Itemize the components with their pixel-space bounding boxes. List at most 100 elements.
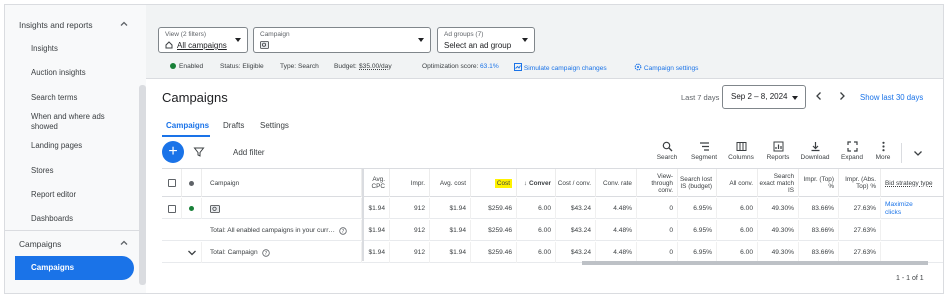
view-selector[interactable]: View (2 filters) All campaigns bbox=[158, 27, 248, 53]
header-impr-top[interactable]: Impr. (Top) % bbox=[799, 169, 839, 197]
show-last-30-days-link[interactable]: Show last 30 days bbox=[860, 93, 923, 102]
sort-arrow-icon: ↓ bbox=[523, 179, 527, 187]
header-all-conv[interactable]: All conv. bbox=[717, 169, 758, 197]
chevron-down-icon[interactable] bbox=[187, 249, 197, 257]
add-campaign-button[interactable]: + bbox=[162, 141, 184, 163]
header-cost[interactable]: Cost bbox=[471, 169, 517, 197]
row-status-cell[interactable] bbox=[182, 198, 202, 219]
header-impr[interactable]: Impr. bbox=[390, 169, 430, 197]
more-tool-label: More bbox=[875, 154, 891, 161]
search-tool-label: Search bbox=[656, 154, 678, 161]
header-view-through[interactable]: View-through conv. bbox=[637, 169, 678, 197]
chevron-right-icon[interactable] bbox=[837, 91, 847, 101]
cell-conv-rate: 4.48% bbox=[596, 220, 637, 241]
add-filter-input[interactable]: Add filter bbox=[233, 148, 265, 157]
cell-conv-rate: 4.48% bbox=[596, 198, 637, 219]
cell-avg-cpc: $1.94 bbox=[364, 242, 390, 263]
cell-bid-strategy bbox=[881, 242, 943, 263]
header-search-exact-is[interactable]: Search exact match IS bbox=[758, 169, 799, 197]
download-tool-label: Download bbox=[800, 154, 830, 161]
segment-icon bbox=[699, 142, 709, 151]
more-tool[interactable]: More bbox=[865, 141, 901, 161]
simulate-link[interactable]: Simulate campaign changes bbox=[524, 65, 607, 72]
columns-tool[interactable]: Columns bbox=[723, 141, 759, 161]
download-icon bbox=[811, 142, 819, 152]
date-range-label: Last 7 days bbox=[681, 93, 720, 102]
pagination-label: 1 - 1 of 1 bbox=[896, 275, 924, 282]
download-tool[interactable]: Download bbox=[797, 141, 833, 161]
reports-tool[interactable]: Reports bbox=[760, 141, 796, 161]
cell-impr-abs-top: 27.63% bbox=[839, 198, 881, 219]
sidebar-item-search-terms[interactable]: Search terms bbox=[31, 93, 77, 103]
header-search-lost-is[interactable]: Search lost IS (budget) bbox=[678, 169, 717, 197]
header-cost-label: Cost bbox=[494, 178, 512, 188]
campaign-settings-link[interactable]: Campaign settings bbox=[644, 65, 699, 72]
header-select-all[interactable] bbox=[162, 169, 182, 197]
chevron-down-icon[interactable] bbox=[913, 148, 923, 158]
header-conv-rate[interactable]: Conv. rate bbox=[596, 169, 637, 197]
cell-conversions: 6.00 bbox=[517, 198, 556, 219]
cell-impr-top: 83.66% bbox=[799, 242, 839, 263]
header-bid-strategy[interactable]: Bid strategy type bbox=[881, 169, 943, 197]
header-impr-abs-top[interactable]: Impr. (Abs. Top) % bbox=[839, 169, 881, 197]
cell-view-through: 0 bbox=[637, 198, 678, 219]
tab-drafts[interactable]: Drafts bbox=[223, 121, 244, 130]
cell-bid-strategy[interactable]: Maximize clicks bbox=[881, 198, 943, 219]
segment-tool[interactable]: Segment bbox=[686, 141, 722, 161]
header-avg-cost[interactable]: Avg. cost bbox=[430, 169, 471, 197]
status-enabled[interactable]: Enabled bbox=[179, 63, 203, 70]
cell-avg-cost: $1.94 bbox=[430, 220, 471, 241]
row-select-cell[interactable] bbox=[162, 198, 182, 219]
row-checkbox[interactable] bbox=[167, 204, 176, 213]
cell-cost[interactable]: $259.46 bbox=[471, 198, 517, 219]
header-avg-cpc[interactable]: Avg. CPC bbox=[364, 169, 390, 197]
sidebar-item-auction-insights[interactable]: Auction insights bbox=[31, 68, 86, 78]
status-opt-label: Optimization score: bbox=[422, 63, 479, 70]
filter-icon[interactable] bbox=[193, 146, 205, 158]
table-header: Campaign Avg. CPC Impr. Avg. cost Cost ↓… bbox=[162, 169, 943, 197]
header-conversions[interactable]: ↓ Conver bbox=[517, 169, 556, 197]
bid-strategy-link[interactable]: Maximize clicks bbox=[885, 201, 925, 217]
cell-view-through: 0 bbox=[637, 220, 678, 241]
page-title: Campaigns bbox=[162, 90, 228, 105]
main-panel: View (2 filters) All campaigns Campaign … bbox=[146, 5, 943, 293]
sidebar-item-dashboards[interactable]: Dashboards bbox=[31, 214, 73, 224]
chevron-up-icon[interactable] bbox=[119, 19, 129, 29]
status-budget-value[interactable]: $35.00/day bbox=[359, 63, 392, 70]
active-tab-indicator bbox=[162, 135, 210, 137]
table-row[interactable]: $1.94 912 $1.94 $259.46 6.00 $43.24 4.48… bbox=[162, 198, 943, 219]
sidebar-item-when-where[interactable]: When and where ads showed bbox=[31, 112, 131, 132]
campaign-selector[interactable]: Campaign bbox=[253, 27, 431, 53]
sidebar-scrollbar[interactable] bbox=[139, 85, 146, 285]
status-type: Type: Search bbox=[280, 63, 319, 70]
sidebar-item-report-editor[interactable]: Report editor bbox=[31, 190, 76, 200]
chevron-down-icon bbox=[792, 96, 798, 100]
chevron-up-icon[interactable] bbox=[119, 238, 129, 248]
collapse-cell[interactable] bbox=[182, 242, 202, 263]
sidebar-section-campaigns[interactable]: Campaigns bbox=[19, 239, 61, 249]
chevron-left-icon[interactable] bbox=[814, 91, 824, 101]
tab-campaigns[interactable]: Campaigns bbox=[166, 121, 209, 130]
adgroup-selector[interactable]: Ad groups (7) Select an ad group bbox=[437, 27, 535, 53]
header-campaign[interactable]: Campaign bbox=[206, 169, 362, 197]
sidebar-item-insights[interactable]: Insights bbox=[31, 44, 58, 54]
sidebar-item-landing-pages[interactable]: Landing pages bbox=[31, 141, 82, 151]
horizontal-scrollbar[interactable] bbox=[582, 261, 928, 265]
date-range-picker[interactable]: Sep 2 – 8, 2024 bbox=[722, 85, 806, 109]
header-cost-per-conv[interactable]: Cost / conv. bbox=[556, 169, 596, 197]
sidebar-section-insights[interactable]: Insights and reports bbox=[19, 20, 93, 30]
cell-search-lost-is: 6.95% bbox=[678, 220, 717, 241]
cell-impr-top: 83.66% bbox=[799, 220, 839, 241]
help-icon[interactable]: ? bbox=[339, 226, 347, 235]
sidebar-item-stores[interactable]: Stores bbox=[31, 166, 54, 176]
sidebar-item-campaigns[interactable]: Campaigns bbox=[15, 256, 134, 280]
campaign-name-cell[interactable] bbox=[206, 198, 362, 219]
select-all-checkbox[interactable] bbox=[167, 179, 176, 187]
simulate-icon bbox=[514, 63, 522, 71]
help-icon[interactable]: ? bbox=[261, 248, 270, 257]
cell-impr-abs-top: 27.63% bbox=[839, 242, 881, 263]
tab-settings[interactable]: Settings bbox=[260, 121, 289, 130]
search-tool[interactable]: Search bbox=[649, 141, 685, 161]
status-opt-value[interactable]: 63.1% bbox=[480, 63, 499, 70]
more-vert-icon bbox=[881, 141, 885, 152]
